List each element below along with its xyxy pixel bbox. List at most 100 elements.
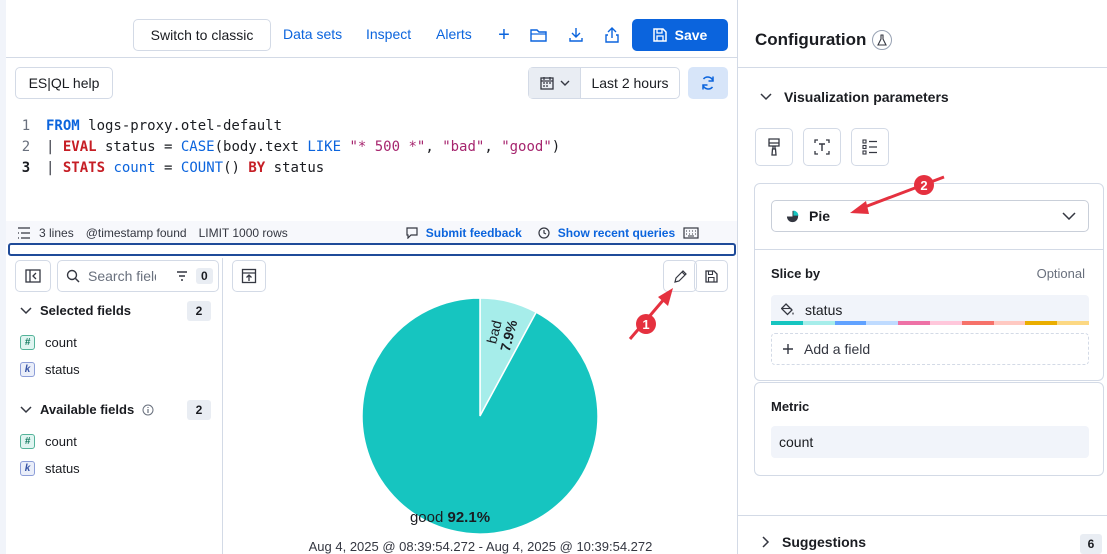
keyword-by: BY [248, 159, 266, 176]
field-filter-button[interactable]: 0 [166, 261, 213, 291]
save-button[interactable]: Save [632, 19, 728, 51]
open-folder-icon[interactable] [529, 25, 549, 45]
visualization-parameters-title: Visualization parameters [784, 89, 949, 105]
add-field-button[interactable]: Add a field [771, 333, 1089, 365]
visualization-parameters-toggle[interactable]: Visualization parameters [760, 89, 949, 105]
chevron-right-icon [762, 536, 770, 548]
keyword-stats: STATS [62, 159, 106, 176]
configuration-title-text: Configuration [755, 30, 867, 49]
info-icon[interactable] [142, 404, 154, 416]
code-text: ) [551, 138, 561, 155]
show-recent-queries-link[interactable]: Show recent queries [558, 226, 675, 240]
timestamp-status: @timestamp found [85, 226, 187, 240]
field-name: status [45, 362, 80, 377]
field-item-count[interactable]: # count [20, 335, 77, 350]
metric-name: count [779, 434, 814, 450]
keyword-from: FROM [46, 117, 80, 134]
editor-status-bar: 3 lines @timestamp found LIMIT 1000 rows… [6, 221, 737, 245]
editor-resize-handle[interactable] [8, 243, 736, 256]
chevron-down-icon [560, 80, 569, 86]
main-workspace: Switch to classic Data sets Inspect Aler… [0, 0, 737, 554]
titles-text-button[interactable] [803, 128, 841, 166]
field-item-status[interactable]: k status [20, 461, 80, 476]
pie-chart[interactable]: bad7.9%good 92.1% [224, 278, 737, 548]
appearance-button[interactable] [755, 128, 793, 166]
paint-bucket-icon [781, 303, 794, 316]
suggestions-toggle[interactable]: Suggestions [762, 534, 866, 550]
field-name: count [45, 335, 77, 350]
available-fields-count: 2 [187, 400, 211, 420]
palette-swatch [802, 321, 835, 325]
available-fields-toggle[interactable]: Available fields [20, 402, 154, 417]
line-count: 3 lines [39, 226, 74, 240]
refresh-icon [702, 76, 714, 90]
palette-swatch [866, 321, 899, 325]
query-editor[interactable]: 1 FROM logs-proxy.otel-default 2 | EVAL … [6, 115, 737, 178]
refresh-button[interactable] [688, 67, 728, 99]
code-string: "bad" [442, 138, 485, 155]
code-line-1: 1 FROM logs-proxy.otel-default [6, 115, 737, 136]
legend-button[interactable] [851, 128, 889, 166]
add-field-label: Add a field [804, 341, 871, 357]
collapse-icon [25, 269, 41, 283]
pie-chart-icon [786, 209, 799, 222]
download-icon[interactable] [566, 25, 586, 45]
chart-type-select[interactable]: Pie [771, 200, 1089, 232]
suggestions-title: Suggestions [782, 534, 867, 550]
code-pipe: | [46, 159, 63, 176]
code-function: COUNT [180, 159, 224, 176]
code-variable: count [113, 159, 156, 176]
collapse-sidebar-button[interactable] [15, 260, 51, 292]
code-operator: LIKE [307, 138, 342, 155]
switch-to-classic-button[interactable]: Switch to classic [133, 19, 271, 51]
suggestions-count: 6 [1080, 534, 1102, 554]
code-line-2: 2 | EVAL status = CASE (body.text LIKE "*… [6, 136, 737, 157]
share-icon[interactable] [602, 25, 622, 45]
alerts-link[interactable]: Alerts [436, 26, 472, 42]
palette-swatch [898, 321, 930, 325]
code-text: () [223, 159, 249, 176]
date-quick-menu[interactable] [529, 68, 581, 98]
keyword-type-icon: k [20, 461, 35, 476]
metric-card: Metric count [754, 382, 1104, 476]
esql-help-button[interactable]: ES|QL help [15, 67, 113, 99]
search-icon [66, 269, 80, 283]
date-range-text: Last 2 hours [591, 75, 669, 91]
palette-swatch [993, 321, 1026, 325]
date-picker[interactable]: Last 2 hours [528, 67, 680, 99]
line-number: 3 [21, 159, 31, 176]
list-icon[interactable] [17, 227, 31, 239]
field-item-status[interactable]: k status [20, 362, 80, 377]
save-icon [652, 28, 667, 42]
add-icon[interactable]: + [494, 24, 514, 46]
optional-label: Optional [1036, 266, 1085, 281]
data-sets-link[interactable]: Data sets [283, 26, 342, 42]
filter-count-badge: 0 [196, 268, 213, 284]
code-text: , [484, 138, 502, 155]
field-search-input[interactable]: Search field names 0 [57, 260, 219, 292]
divider [755, 249, 1103, 250]
palette-swatch [1025, 321, 1058, 325]
code-text: status = [96, 138, 181, 155]
dimension-name: status [805, 302, 843, 318]
keyword-eval: EVAL [62, 138, 97, 155]
pie-slice-good[interactable] [361, 297, 599, 535]
submit-feedback-link[interactable]: Submit feedback [426, 226, 522, 240]
code-string: "good" [501, 138, 552, 155]
selected-fields-toggle[interactable]: Selected fields [20, 303, 131, 318]
keyboard-icon[interactable] [683, 227, 699, 239]
code-string: "* 500 *" [349, 138, 426, 155]
inspect-link[interactable]: Inspect [366, 26, 411, 42]
chevron-down-icon [760, 93, 772, 101]
keyword-type-icon: k [20, 362, 35, 377]
history-icon [538, 227, 550, 239]
palette-swatch [1057, 321, 1089, 325]
field-name: count [45, 434, 77, 449]
metric-label: Metric [771, 399, 810, 414]
metric-dimension[interactable]: count [771, 426, 1089, 458]
chart-area: bad7.9% good 92.1% Aug 4, 2025 @ 08:39:54… [224, 258, 737, 554]
field-item-count[interactable]: # count [20, 434, 77, 449]
beaker-icon [872, 30, 893, 50]
